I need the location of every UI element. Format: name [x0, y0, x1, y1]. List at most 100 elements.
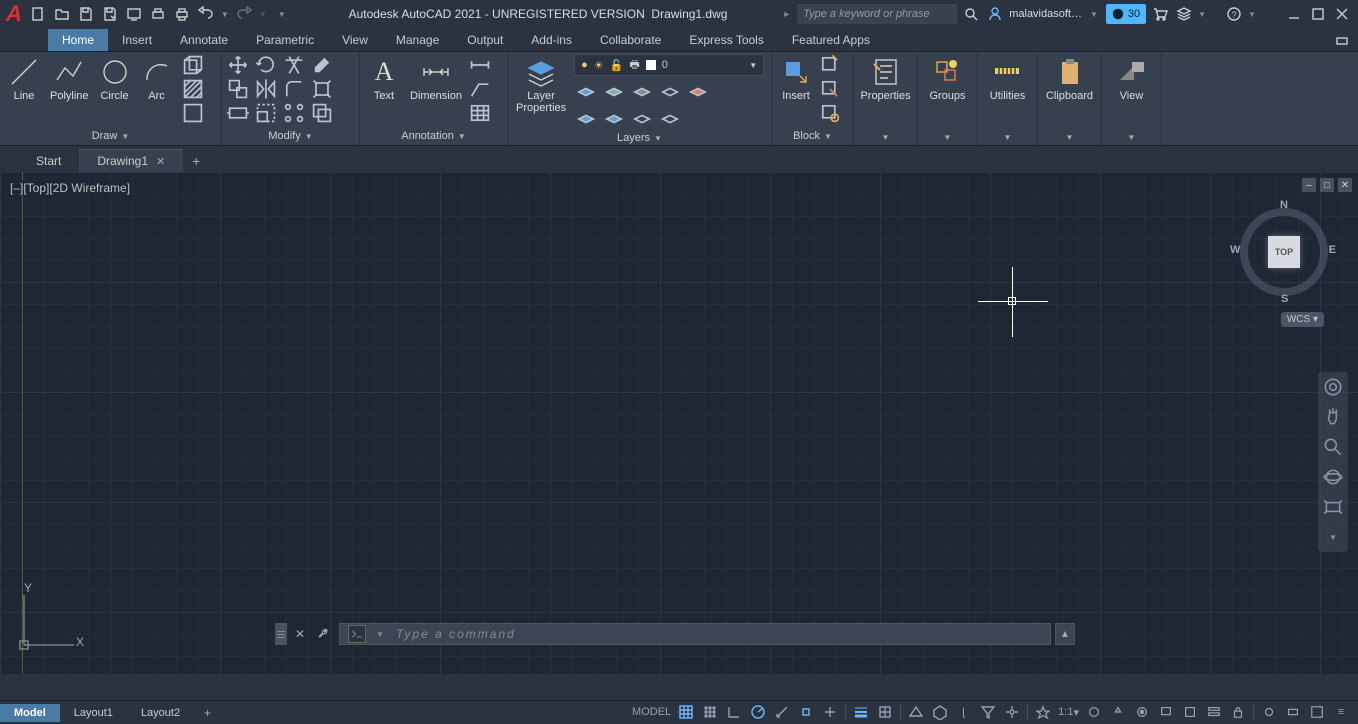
groups-button[interactable]: Groups	[925, 54, 969, 104]
qat-customize-icon[interactable]: ▼	[272, 4, 292, 24]
hwaccel-icon[interactable]	[1282, 702, 1304, 722]
linear-dim-icon[interactable]	[468, 54, 492, 76]
workspace-icon[interactable]	[1131, 702, 1153, 722]
ribbon-minimize-icon[interactable]	[1332, 31, 1352, 51]
table-icon[interactable]	[468, 102, 492, 124]
erase-icon[interactable]	[310, 54, 334, 76]
layout-tab-model[interactable]: Model	[0, 704, 60, 722]
viewcube-w[interactable]: W	[1230, 244, 1240, 256]
line-button[interactable]: Line	[4, 54, 44, 104]
app-dropdown-icon[interactable]: ▼	[1198, 10, 1206, 19]
cart-icon[interactable]	[1150, 4, 1170, 24]
help-icon[interactable]: ?	[1224, 4, 1244, 24]
create-block-icon[interactable]	[818, 54, 842, 76]
file-tab-start[interactable]: Start	[18, 149, 79, 172]
web-icon[interactable]	[124, 4, 144, 24]
app-store-icon[interactable]	[1174, 4, 1194, 24]
redo-dropdown-icon[interactable]: ▼	[258, 4, 268, 24]
vp-close-icon[interactable]: ✕	[1338, 178, 1352, 192]
array-icon[interactable]	[282, 102, 306, 124]
steering-wheel-icon[interactable]	[1322, 376, 1344, 398]
layer-combo[interactable]: ● ☀ 🔓 🖶 0 ▼	[574, 54, 764, 76]
stretch-icon[interactable]	[226, 102, 250, 124]
layer-previous-icon[interactable]	[686, 81, 710, 103]
search-icon[interactable]	[961, 4, 981, 24]
tab-annotate[interactable]: Annotate	[166, 29, 242, 51]
layout-tab-layout1[interactable]: Layout1	[60, 704, 127, 722]
layout-add-button[interactable]: +	[194, 703, 221, 723]
panel-modify-title[interactable]: Modify▼	[226, 128, 355, 145]
ucs-icon[interactable]: Y X	[14, 585, 84, 658]
hatch-icon[interactable]	[181, 78, 205, 100]
offset-icon[interactable]	[310, 102, 334, 124]
arc-button[interactable]: Arc	[137, 54, 177, 104]
panel-properties-title[interactable]: ▼	[858, 131, 913, 145]
move-icon[interactable]	[226, 54, 250, 76]
tab-collaborate[interactable]: Collaborate	[586, 29, 675, 51]
clipboard-button[interactable]: Clipboard	[1042, 54, 1097, 104]
transparency-icon[interactable]	[874, 702, 896, 722]
close-icon[interactable]	[1332, 4, 1352, 24]
vp-maximize-icon[interactable]: □	[1320, 178, 1334, 192]
ortho-toggle-icon[interactable]	[723, 702, 745, 722]
tab-featuredapps[interactable]: Featured Apps	[778, 29, 884, 51]
tab-addins[interactable]: Add-ins	[517, 29, 586, 51]
tab-expresstools[interactable]: Express Tools	[675, 29, 777, 51]
wcs-badge[interactable]: WCS ▾	[1281, 312, 1324, 327]
panel-annotation-title[interactable]: Annotation▼	[364, 128, 503, 145]
user-dropdown-icon[interactable]: ▼	[1090, 10, 1098, 19]
open-icon[interactable]	[52, 4, 72, 24]
rotate-icon[interactable]	[254, 54, 278, 76]
vp-minimize-icon[interactable]: –	[1302, 178, 1316, 192]
3dosnap-icon[interactable]	[929, 702, 951, 722]
explode-icon[interactable]	[310, 78, 334, 100]
tab-home[interactable]: Home	[48, 29, 108, 51]
annomonitor-icon[interactable]	[819, 702, 841, 722]
view-button[interactable]: View	[1112, 54, 1152, 104]
new-icon[interactable]	[28, 4, 48, 24]
circle-button[interactable]: Circle	[95, 54, 135, 104]
ellipse-icon[interactable]	[181, 102, 205, 124]
cmd-history-icon[interactable]: ▲	[1055, 623, 1075, 645]
properties-button[interactable]: Properties	[858, 54, 913, 104]
tab-insert[interactable]: Insert	[108, 29, 166, 51]
layer-walk-icon[interactable]	[630, 108, 654, 130]
panel-block-title[interactable]: Block▼	[776, 128, 849, 145]
layer-properties-button[interactable]: Layer Properties	[512, 54, 570, 116]
layout-tab-layout2[interactable]: Layout2	[127, 704, 194, 722]
quickproperties-icon[interactable]	[1203, 702, 1225, 722]
utilities-button[interactable]: Utilities	[986, 54, 1029, 104]
autoscale-icon[interactable]	[1107, 702, 1129, 722]
trim-icon[interactable]	[282, 54, 306, 76]
panel-groups-title[interactable]: ▼	[922, 131, 973, 145]
viewcube[interactable]: TOP N S E W	[1234, 202, 1334, 302]
layer-match-icon[interactable]	[658, 81, 682, 103]
user-name-label[interactable]: malavidasoft…	[1009, 8, 1082, 20]
viewport-label[interactable]: [–][Top][2D Wireframe]	[8, 180, 132, 196]
tab-output[interactable]: Output	[453, 29, 517, 51]
add-tab-button[interactable]: +	[183, 150, 209, 172]
maximize-icon[interactable]	[1308, 4, 1328, 24]
panel-view-title[interactable]: ▼	[1106, 131, 1157, 145]
cmd-close-icon[interactable]: ✕	[291, 627, 309, 641]
file-tab-drawing1[interactable]: Drawing1✕	[79, 149, 183, 172]
dynucs-icon[interactable]: ⌊	[953, 702, 975, 722]
scale-label[interactable]: 1:1 ▾	[1056, 702, 1081, 722]
nav-more-icon[interactable]: ▼	[1322, 526, 1344, 548]
isodraft-icon[interactable]	[771, 702, 793, 722]
trial-badge[interactable]: 30	[1106, 4, 1146, 24]
scale-icon[interactable]	[254, 102, 278, 124]
search-expand-icon[interactable]: ▸	[784, 9, 789, 20]
tab-manage[interactable]: Manage	[382, 29, 453, 51]
layer-off-icon[interactable]	[574, 81, 598, 103]
layer-iso-icon[interactable]	[574, 108, 598, 130]
drawing-canvas[interactable]: [–][Top][2D Wireframe] – □ ✕ TOP N S E W…	[0, 172, 1358, 674]
search-input[interactable]: Type a keyword or phrase	[797, 4, 957, 24]
cmd-drag-handle[interactable]	[275, 623, 287, 645]
minimize-icon[interactable]	[1284, 4, 1304, 24]
block-attribute-icon[interactable]	[818, 102, 842, 124]
panel-layers-title[interactable]: Layers▼	[512, 130, 767, 147]
units-icon[interactable]	[1179, 702, 1201, 722]
save-icon[interactable]	[76, 4, 96, 24]
layer-lock-icon[interactable]	[630, 81, 654, 103]
